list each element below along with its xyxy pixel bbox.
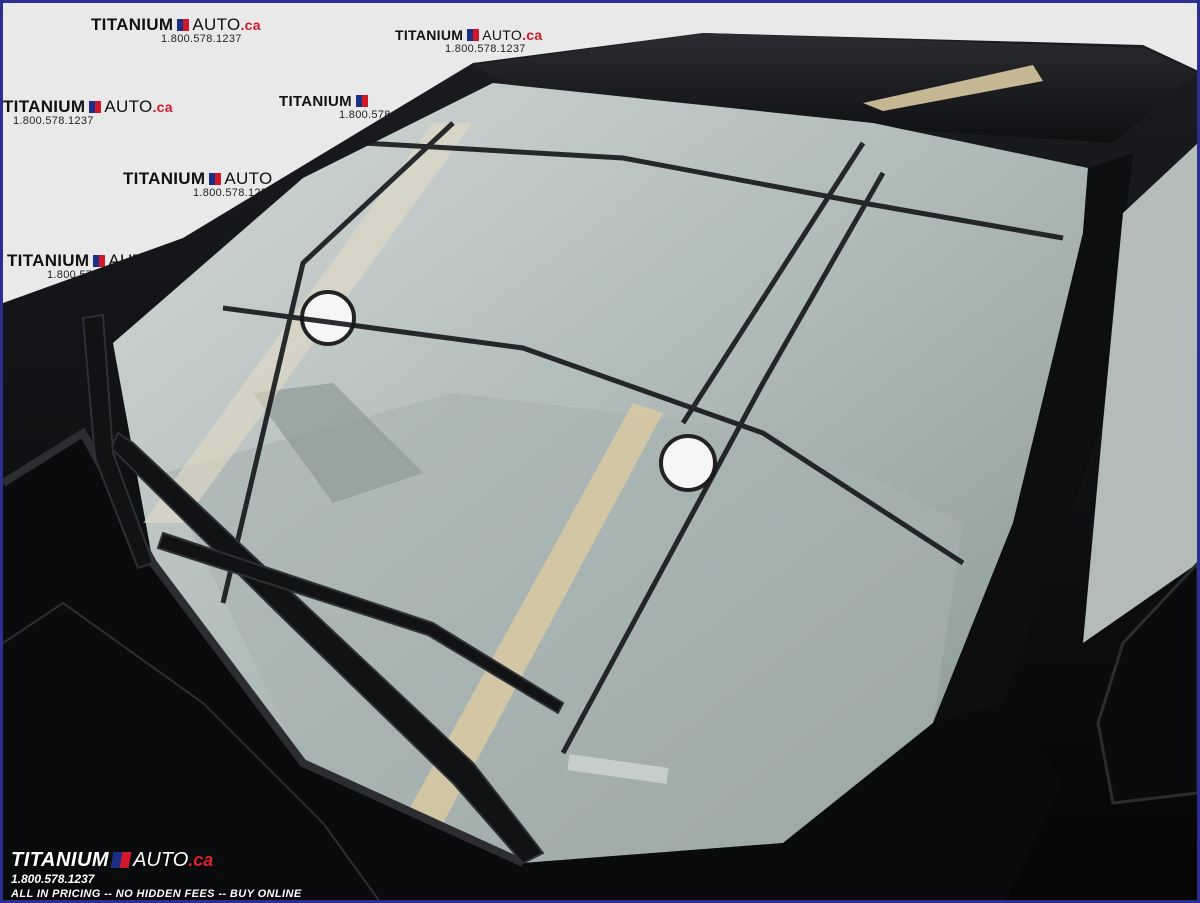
dealer-phone: 1.800.578.1237 [11, 872, 95, 886]
dealer-tagline: ALL IN PRICING -- NO HIDDEN FEES -- BUY … [11, 888, 302, 900]
dealer-brand-overlay: TITANIUM AUTO.ca 1.800.578.1237 ALL IN PR… [11, 849, 302, 900]
flag-icon [110, 852, 132, 868]
dealer-name: TITANIUM [11, 849, 110, 871]
windshield-scene [3, 33, 1197, 900]
photo-frame: TITANIUM AUTO.ca 1.800.578.1237 TITANIUM A… [0, 0, 1200, 903]
